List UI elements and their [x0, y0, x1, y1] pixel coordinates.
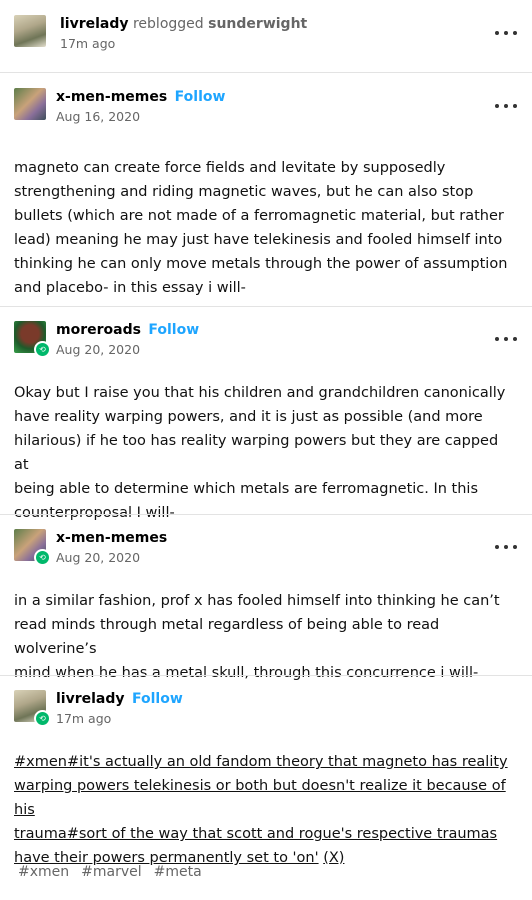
post-date[interactable]: Aug 20, 2020 — [56, 549, 167, 567]
tag-item[interactable]: #meta — [154, 864, 202, 880]
follow-button[interactable]: Follow — [175, 89, 226, 105]
avatar[interactable] — [14, 15, 46, 47]
follow-button[interactable]: Follow — [148, 322, 199, 338]
more-options-icon[interactable] — [495, 29, 517, 37]
post-date[interactable]: Aug 16, 2020 — [56, 108, 225, 126]
reblog-header: livrelady reblogged sunderwight 17m ago — [14, 15, 517, 53]
post-body: Okay but I raise you that his children a… — [14, 385, 506, 521]
post-username[interactable]: livrelady — [56, 691, 125, 707]
follow-button[interactable]: Follow — [132, 691, 183, 707]
post-x-men-memes: x-men-memes Follow Aug 16, 2020 magneto … — [14, 88, 517, 300]
tag-item[interactable]: #marvel — [81, 864, 142, 880]
more-options-icon[interactable] — [495, 102, 517, 110]
more-options-icon[interactable] — [495, 335, 517, 343]
divider — [0, 306, 532, 307]
reblogger-username[interactable]: livrelady — [60, 16, 129, 32]
tag-item[interactable]: #xmen — [18, 864, 69, 880]
post-username[interactable]: moreroads — [56, 322, 141, 338]
divider — [0, 675, 532, 676]
post-x-men-memes-reply: ⟲ x-men-memes Aug 20, 2020 in a similar … — [14, 529, 517, 685]
reblog-badge-icon: ⟲ — [34, 549, 51, 566]
avatar[interactable]: ⟲ — [14, 321, 51, 358]
post-username[interactable]: x-men-memes — [56, 89, 167, 105]
source-link[interactable]: (X) — [323, 850, 344, 866]
post-livrelady: ⟲ livrelady Follow 17m ago #xmen#it's ac… — [14, 690, 517, 870]
avatar[interactable]: ⟲ — [14, 690, 51, 727]
post-body: magneto can create force fields and levi… — [14, 160, 508, 296]
post-date[interactable]: Aug 20, 2020 — [56, 341, 199, 359]
post-tags: #xmen #marvel #meta — [18, 864, 202, 880]
post-username[interactable]: x-men-memes — [56, 530, 167, 546]
post-body: in a similar fashion, prof x has fooled … — [14, 593, 500, 681]
reblogged-label: reblogged — [132, 16, 204, 32]
more-options-icon[interactable] — [495, 543, 517, 551]
reblog-badge-icon: ⟲ — [34, 341, 51, 358]
tag-link[interactable]: #xmen#it's actually an old fandom theory… — [14, 754, 508, 770]
timestamp[interactable]: 17m ago — [60, 35, 307, 53]
tag-link[interactable]: trauma#sort of the way that scott and ro… — [14, 826, 497, 842]
reblog-badge-icon: ⟲ — [34, 710, 51, 727]
avatar[interactable] — [14, 88, 46, 120]
reblog-source-username[interactable]: sunderwight — [208, 16, 307, 32]
post-body: #xmen#it's actually an old fandom theory… — [14, 750, 517, 870]
post-moreroads: ⟲ moreroads Follow Aug 20, 2020 Okay but… — [14, 321, 517, 525]
tag-link[interactable]: warping powers telekinesis or both but d… — [14, 778, 506, 818]
avatar[interactable]: ⟲ — [14, 529, 51, 566]
post-date[interactable]: 17m ago — [56, 710, 183, 728]
divider — [0, 514, 532, 515]
divider — [0, 72, 532, 73]
